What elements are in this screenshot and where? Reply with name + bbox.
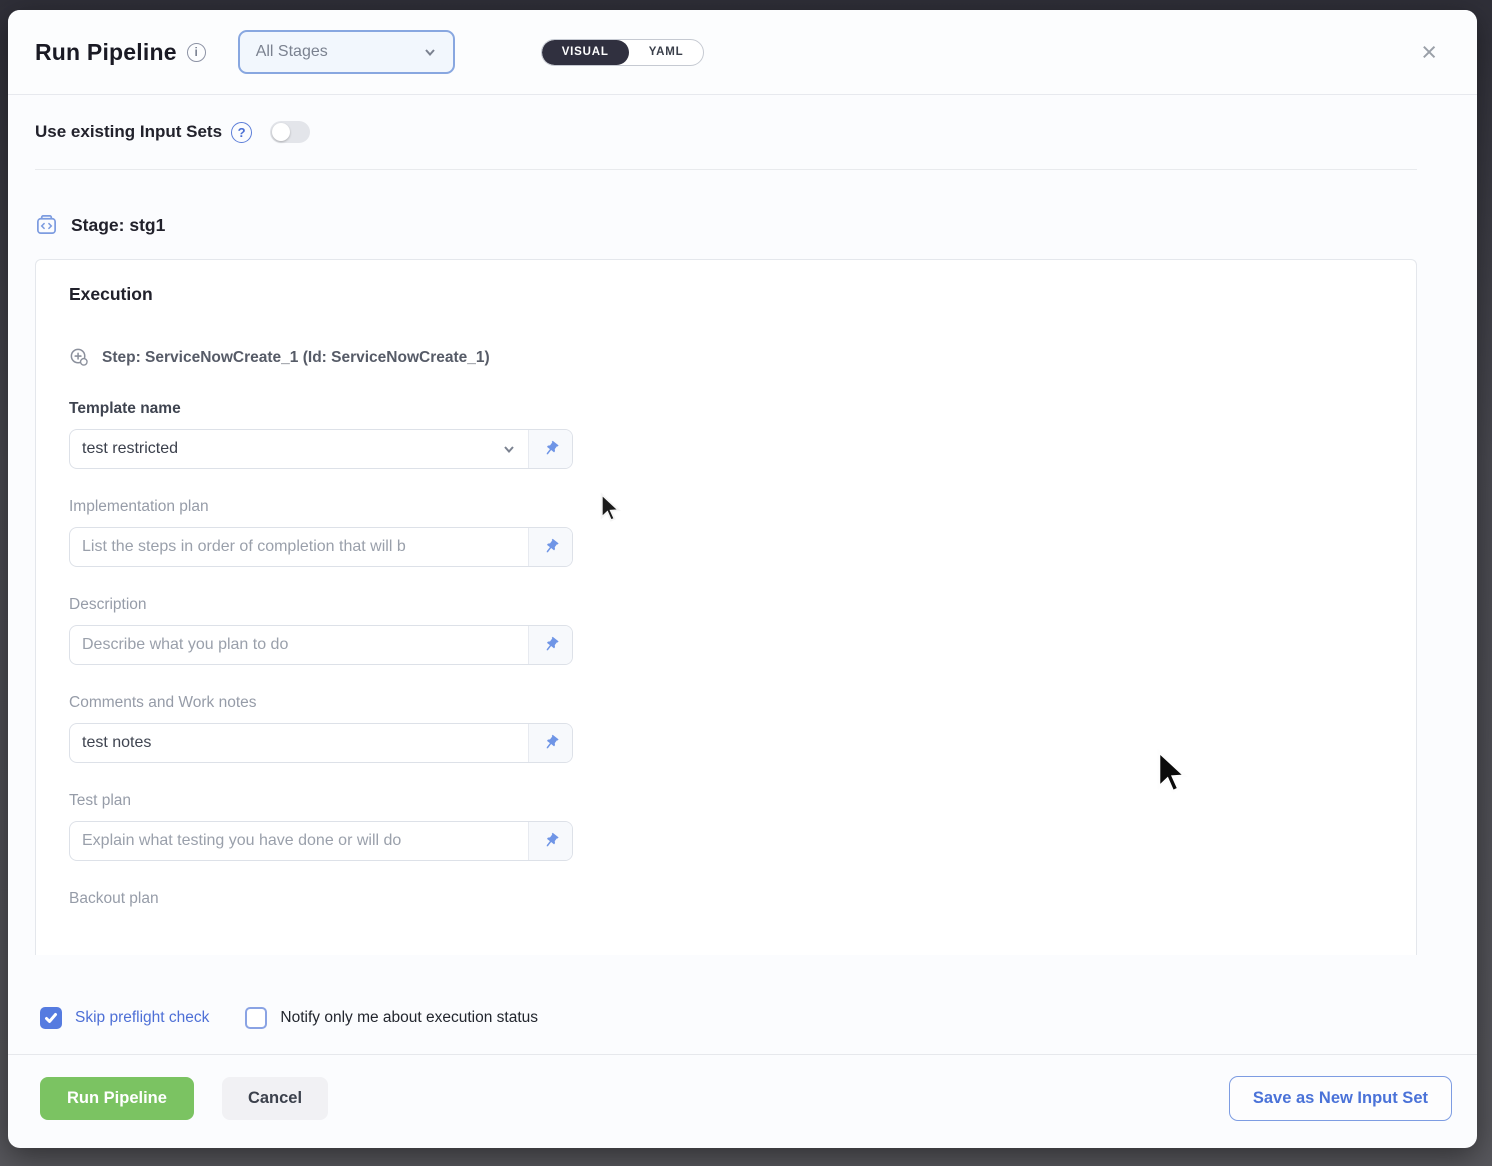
field-label-test-plan: Test plan	[69, 792, 1383, 810]
template-name-select[interactable]: test restricted	[70, 430, 502, 468]
stage-selector-dropdown[interactable]: All Stages	[238, 30, 455, 74]
use-existing-input-sets-row: Use existing Input Sets ?	[35, 121, 1417, 143]
preflight-row: Skip preflight check Notify only me abou…	[8, 955, 1477, 1055]
field-label-comments: Comments and Work notes	[69, 694, 1383, 712]
skip-preflight-check[interactable]: Skip preflight check	[40, 1007, 209, 1029]
comments-input[interactable]	[70, 724, 528, 762]
save-as-new-input-set-button[interactable]: Save as New Input Set	[1229, 1076, 1452, 1121]
section-divider	[35, 169, 1417, 170]
tab-yaml[interactable]: YAML	[629, 40, 704, 65]
use-existing-input-sets-label: Use existing Input Sets	[35, 122, 222, 142]
pin-icon[interactable]	[528, 528, 572, 566]
tab-visual[interactable]: VISUAL	[542, 40, 629, 65]
field-label-template-name: Template name	[69, 400, 1383, 418]
implementation-plan-field	[69, 527, 573, 567]
test-plan-input[interactable]	[70, 822, 528, 860]
execution-card: Execution Step: ServiceNowCreate_1 (Id: …	[35, 259, 1417, 955]
info-icon[interactable]: i	[187, 43, 206, 62]
field-label-description: Description	[69, 596, 1383, 614]
step-row: Step: ServiceNowCreate_1 (Id: ServiceNow…	[69, 347, 1383, 368]
run-pipeline-button[interactable]: Run Pipeline	[40, 1077, 194, 1120]
description-input[interactable]	[70, 626, 528, 664]
pin-icon[interactable]	[528, 822, 572, 860]
page-title: Run Pipeline	[35, 39, 177, 66]
field-label-implementation-plan: Implementation plan	[69, 498, 1383, 516]
test-plan-field	[69, 821, 573, 861]
implementation-plan-input[interactable]	[70, 528, 528, 566]
comments-field	[69, 723, 573, 763]
template-name-field: test restricted	[69, 429, 573, 469]
step-icon	[69, 347, 90, 368]
close-icon[interactable]: ×	[1417, 35, 1441, 70]
actions-row: Run Pipeline Cancel Save as New Input Se…	[8, 1055, 1477, 1148]
help-icon[interactable]: ?	[231, 122, 252, 143]
step-title: Step: ServiceNowCreate_1 (Id: ServiceNow…	[102, 349, 490, 367]
notify-only-me[interactable]: Notify only me about execution status	[245, 1007, 538, 1029]
field-label-backout-plan: Backout plan	[69, 890, 1383, 908]
stage-selector-value: All Stages	[256, 43, 423, 61]
chevron-down-icon	[423, 45, 437, 59]
pin-icon[interactable]	[528, 626, 572, 664]
execution-title: Execution	[69, 284, 1383, 305]
cancel-button[interactable]: Cancel	[222, 1077, 328, 1120]
description-field	[69, 625, 573, 665]
toggle-knob	[272, 123, 290, 141]
input-sets-toggle[interactable]	[270, 121, 310, 143]
notify-only-me-label: Notify only me about execution status	[280, 1009, 538, 1027]
run-pipeline-modal: Run Pipeline i All Stages VISUAL YAML × …	[8, 10, 1477, 1148]
checkbox-checked-icon[interactable]	[40, 1007, 62, 1029]
modal-body: Use existing Input Sets ? Stage: stg1 Ex…	[8, 95, 1477, 955]
skip-preflight-label: Skip preflight check	[75, 1009, 209, 1027]
visual-yaml-toggle: VISUAL YAML	[541, 39, 705, 66]
chevron-down-icon[interactable]	[502, 442, 516, 456]
stage-icon	[35, 214, 58, 237]
pin-icon[interactable]	[528, 724, 572, 762]
stage-row: Stage: stg1	[35, 214, 1417, 237]
checkbox-unchecked-icon[interactable]	[245, 1007, 267, 1029]
pin-icon[interactable]	[528, 430, 572, 468]
modal-header: Run Pipeline i All Stages VISUAL YAML ×	[8, 10, 1477, 95]
stage-title: Stage: stg1	[71, 215, 165, 236]
